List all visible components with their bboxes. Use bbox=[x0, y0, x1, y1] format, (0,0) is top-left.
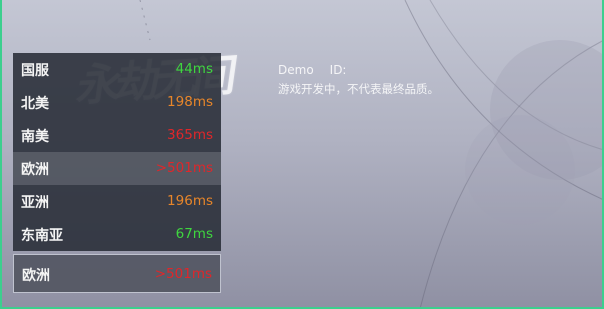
server-ping: >501ms bbox=[155, 160, 213, 176]
server-ping: 365ms bbox=[167, 127, 213, 143]
demo-label: Demo bbox=[278, 63, 314, 77]
server-name: 欧洲 bbox=[21, 162, 49, 178]
demo-disclaimer: 游戏开发中，不代表最终品质。 bbox=[278, 82, 439, 96]
server-row-southeast-asia[interactable]: 东南亚 67ms bbox=[13, 218, 221, 251]
server-row-europe[interactable]: 欧洲 >501ms bbox=[13, 152, 221, 185]
selected-server-ping: >501ms bbox=[154, 266, 212, 282]
server-row-south-america[interactable]: 南美 365ms bbox=[13, 119, 221, 152]
server-ping: 44ms bbox=[175, 61, 213, 77]
server-ping: 198ms bbox=[167, 94, 213, 110]
selected-server-name: 欧洲 bbox=[22, 268, 50, 284]
server-name: 北美 bbox=[21, 96, 49, 112]
server-name: 南美 bbox=[21, 129, 49, 145]
demo-id-line: Demo ID: bbox=[278, 63, 346, 77]
server-name: 东南亚 bbox=[21, 228, 63, 244]
server-list: 国服 44ms 北美 198ms 南美 365ms 欧洲 >501ms 亚洲 1… bbox=[13, 53, 221, 293]
server-row-china[interactable]: 国服 44ms bbox=[13, 53, 221, 86]
left-edge-accent bbox=[0, 0, 2, 309]
selected-server-dropdown[interactable]: 欧洲 >501ms bbox=[13, 254, 221, 293]
server-name: 亚洲 bbox=[21, 195, 49, 211]
server-row-north-america[interactable]: 北美 198ms bbox=[13, 86, 221, 119]
server-name: 国服 bbox=[21, 63, 49, 79]
server-ping: 67ms bbox=[175, 226, 213, 242]
demo-id-label: ID: bbox=[329, 63, 347, 77]
server-row-asia[interactable]: 亚洲 196ms bbox=[13, 185, 221, 218]
server-ping: 196ms bbox=[167, 193, 213, 209]
